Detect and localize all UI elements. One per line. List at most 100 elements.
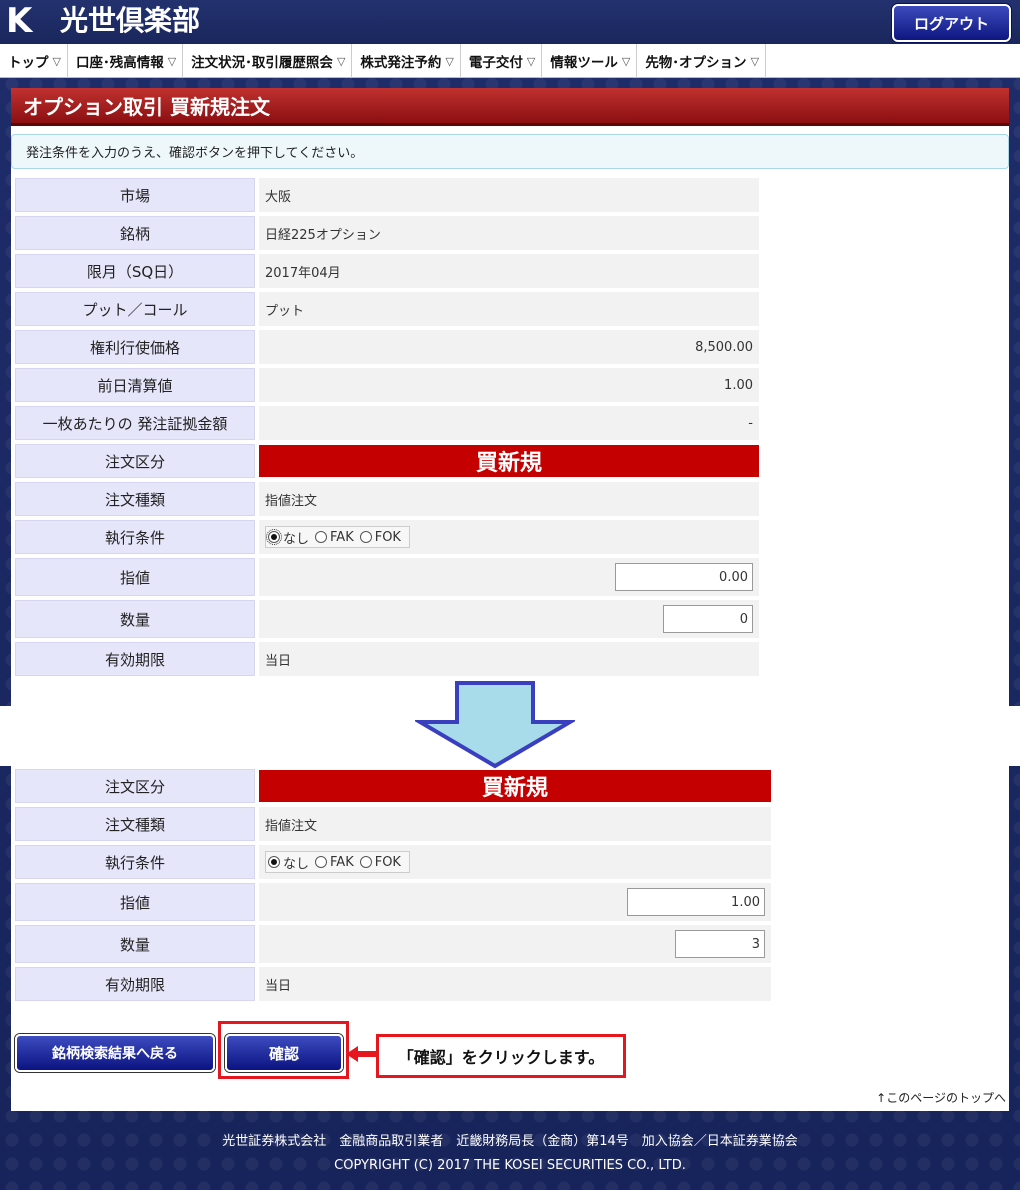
field-label: 執行条件 xyxy=(15,520,255,554)
nav-item-account[interactable]: 口座･残高情報 ▽ xyxy=(68,44,184,78)
order-type-badge: 買新規 xyxy=(259,445,759,477)
info-message: 発注条件を入力のうえ、確認ボタンを押下してください。 xyxy=(11,134,1009,169)
field-label: 執行条件 xyxy=(15,845,255,879)
nav-item-label: 口座･残高情報 xyxy=(75,55,164,71)
quantity-input[interactable]: 3 xyxy=(675,930,765,958)
order-kind-value: 指値注文 xyxy=(259,482,759,516)
exec-condition-cell: なし FAK FOK xyxy=(259,520,759,554)
settle-value: 1.00 xyxy=(259,368,759,402)
field-label: 指値 xyxy=(15,883,255,921)
field-label: 数量 xyxy=(15,925,255,963)
nav-item-label: 先物･オプション xyxy=(645,55,747,71)
radio-empty-icon xyxy=(315,856,328,868)
order-type-badge: 買新規 xyxy=(259,770,771,802)
radio-none[interactable]: なし xyxy=(266,528,310,547)
limit-cell: 1.00 xyxy=(259,883,771,921)
expiry-value: 当日 xyxy=(259,967,771,1001)
field-label: 指値 xyxy=(15,558,255,596)
radio-empty-icon xyxy=(315,531,328,543)
radio-empty-icon xyxy=(359,856,372,868)
qty-cell: 3 xyxy=(259,925,771,963)
nav-item-label: 注文状況･取引履歴照会 xyxy=(191,55,333,71)
nav-item-futures[interactable]: 先物･オプション ▽ xyxy=(637,44,767,78)
chevron-down-icon: ▽ xyxy=(750,54,760,68)
nav-item-reservation[interactable]: 株式発注予約 ▽ xyxy=(352,44,461,78)
radio-selected-icon xyxy=(266,529,282,545)
field-label: 有効期限 xyxy=(15,967,255,1001)
nav-item-orders[interactable]: 注文状況･取引履歴照会 ▽ xyxy=(183,44,353,78)
exec-condition-radio-group: なし FAK FOK xyxy=(265,851,410,873)
chevron-down-icon: ▽ xyxy=(336,54,346,68)
radio-fak[interactable]: FAK xyxy=(315,855,354,870)
issue-value: 日経225オプション xyxy=(259,216,759,250)
margin-value: - xyxy=(259,406,759,440)
site-logo-text: 光世倶楽部 xyxy=(60,4,201,37)
radio-label: なし xyxy=(283,856,310,872)
confirm-button[interactable]: 確認 xyxy=(225,1034,343,1072)
back-to-search-button[interactable]: 銘柄検索結果へ戻る xyxy=(15,1034,215,1072)
quantity-input[interactable]: 0 xyxy=(663,605,753,633)
expiry-value: 当日 xyxy=(259,642,759,676)
nav-item-label: 情報ツール xyxy=(550,55,618,71)
field-label: 銘柄 xyxy=(15,216,255,250)
market-value: 大阪 xyxy=(259,178,759,212)
limit-price-input[interactable]: 0.00 xyxy=(615,563,753,591)
radio-label: FAK xyxy=(330,854,354,870)
field-label: 注文区分 xyxy=(15,769,255,803)
order-form-top: 市場 大阪 銘柄 日経225オプション 限月（SQ日） 2017年04月 プット／コー… xyxy=(11,178,759,680)
radio-label: なし xyxy=(283,531,310,547)
site-footer: 光世証券株式会社 金融商品取引業者 近畿財務局長（金商）第14号 加入協会／日本… xyxy=(0,1130,1020,1178)
chevron-down-icon: ▽ xyxy=(167,54,177,68)
field-label: 一枚あたりの 発注証拠金額 xyxy=(15,406,255,440)
chevron-down-icon: ▽ xyxy=(52,54,61,68)
field-label: 有効期限 xyxy=(15,642,255,676)
chevron-down-icon: ▽ xyxy=(621,54,631,68)
field-label: プット／コール xyxy=(15,292,255,326)
radio-selected-icon xyxy=(268,856,280,868)
radio-fok[interactable]: FOK xyxy=(359,854,401,870)
callout-arrow-icon xyxy=(346,1046,378,1062)
field-label: 数量 xyxy=(15,600,255,638)
order-form-bottom: 注文区分 買新規 注文種類 指値注文 執行条件 なし FAK FOK 指値 1.00 … xyxy=(11,769,771,1001)
field-label: 市場 xyxy=(15,178,255,212)
order-kind-value: 指値注文 xyxy=(259,807,771,841)
nav-item-label: 株式発注予約 xyxy=(360,55,442,71)
instruction-callout: 「確認」をクリックします。 xyxy=(376,1034,626,1078)
field-label: 注文種類 xyxy=(15,482,255,516)
logo-icon: K xyxy=(6,1,32,41)
page-title: オプション取引 買新規注文 xyxy=(11,88,1009,126)
nav-item-label: 電子交付 xyxy=(468,55,523,71)
main-nav: トップ ▽ 口座･残高情報 ▽ 注文状況･取引履歴照会 ▽ 株式発注予約 ▽ 電子交付 ▽… xyxy=(0,44,1020,78)
radio-fok[interactable]: FOK xyxy=(359,529,401,545)
footer-copyright: COPYRIGHT (C) 2017 THE KOSEI SECURITIES … xyxy=(334,1158,686,1173)
radio-label: FOK xyxy=(374,529,401,545)
putcall-value: プット xyxy=(259,292,759,326)
nav-item-tools[interactable]: 情報ツール ▽ xyxy=(542,44,638,78)
chevron-down-icon: ▽ xyxy=(445,54,454,68)
radio-fak[interactable]: FAK xyxy=(315,530,354,545)
exec-condition-cell: なし FAK FOK xyxy=(259,845,771,879)
field-label: 権利行使価格 xyxy=(15,330,255,364)
qty-cell: 0 xyxy=(259,600,759,638)
page-top-link[interactable]: ↑このページのトップへ xyxy=(876,1089,1006,1106)
month-value: 2017年04月 xyxy=(259,254,759,288)
nav-item-top[interactable]: トップ ▽ xyxy=(0,44,68,78)
radio-label: FOK xyxy=(374,854,401,870)
field-label: 前日清算値 xyxy=(15,368,255,402)
limit-cell: 0.00 xyxy=(259,558,759,596)
limit-price-input[interactable]: 1.00 xyxy=(627,888,765,916)
radio-none[interactable]: なし xyxy=(268,853,309,872)
radio-empty-icon xyxy=(359,531,372,543)
down-arrow-icon xyxy=(415,681,575,769)
site-header: K 光世倶楽部 ログアウト xyxy=(0,0,1020,44)
strike-value: 8,500.00 xyxy=(259,330,759,364)
radio-label: FAK xyxy=(330,529,354,545)
chevron-down-icon: ▽ xyxy=(526,54,536,68)
footer-company-info: 光世証券株式会社 金融商品取引業者 近畿財務局長（金商）第14号 加入協会／日本… xyxy=(222,1134,798,1149)
nav-item-edelivery[interactable]: 電子交付 ▽ xyxy=(461,44,543,78)
exec-condition-radio-group: なし FAK FOK xyxy=(265,526,410,548)
field-label: 注文区分 xyxy=(15,444,255,478)
field-label: 注文種類 xyxy=(15,807,255,841)
logout-button[interactable]: ログアウト xyxy=(892,4,1011,42)
nav-item-label: トップ xyxy=(8,55,49,71)
